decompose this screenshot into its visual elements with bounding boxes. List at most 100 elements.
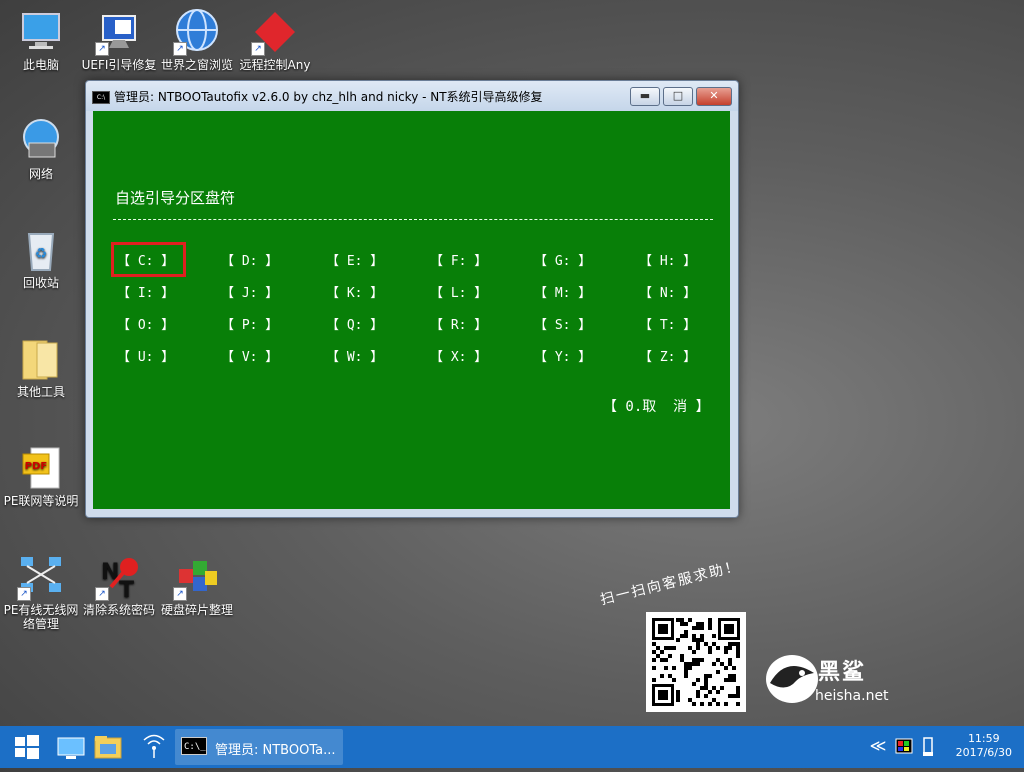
console-client-area[interactable]: 自选引导分区盘符 【 C: 】【 D: 】【 E: 】【 F: 】【 G: 】【… [93, 111, 730, 509]
qr-module [676, 698, 680, 702]
console-heading: 自选引导分区盘符 [115, 189, 236, 207]
drive-option[interactable]: 【 P: 】 [221, 314, 278, 333]
taskbar: C:\_ 管理员: NTBOOTa... ≪ 11:59 2017/6/30 [0, 726, 1024, 768]
desktop-icon-recycle-bin[interactable]: ♻ 回收站 [1, 226, 81, 290]
desktop-icon-pe-guide[interactable]: PDF PE联网等说明 [1, 444, 81, 508]
console-divider [113, 219, 713, 220]
desktop-icon-anydesk[interactable]: ↗ 远程控制AnyDesk [235, 8, 315, 72]
tray-expand-button[interactable]: ≪ [868, 726, 888, 768]
brand-name: 黑鲨 [818, 660, 867, 685]
drive-option[interactable]: 【 V: 】 [221, 346, 278, 365]
drive-option[interactable]: 【 G: 】 [534, 250, 591, 269]
browser-icon: ↗ [173, 8, 221, 56]
drive-option[interactable]: 【 K: 】 [326, 282, 383, 301]
tray-usb-icon[interactable] [918, 726, 938, 768]
shark-logo-icon [762, 645, 820, 705]
drive-option[interactable]: 【 L: 】 [430, 282, 487, 301]
desktop-icon-label: PE联网等说明 [3, 494, 79, 508]
clock-date: 2017/6/30 [955, 746, 1012, 759]
qr-finder [724, 624, 734, 634]
selected-drive-highlight [111, 242, 186, 277]
qr-module [684, 634, 688, 638]
tray-display-icon[interactable] [893, 726, 915, 768]
recycle-bin-icon: ♻ [17, 226, 65, 274]
drive-option[interactable]: 【 N: 】 [639, 282, 696, 301]
taskbar-wifi-button[interactable] [138, 726, 170, 768]
maximize-button[interactable]: □ [663, 87, 693, 106]
start-button[interactable] [0, 726, 54, 768]
drive-option[interactable]: 【 R: 】 [430, 314, 487, 333]
console-titlebar[interactable]: C:\ 管理员: NTBOOTautofix v2.6.0 by chz_hlh… [86, 81, 738, 111]
qr-module [708, 702, 712, 706]
drive-option[interactable]: 【 M: 】 [534, 282, 591, 301]
qr-code [646, 612, 746, 712]
qr-module [684, 622, 688, 626]
desktop-icon-label: 远程控制AnyDesk [239, 58, 311, 72]
drive-option[interactable]: 【 U: 】 [117, 346, 174, 365]
desktop-icon-label: 此电脑 [22, 58, 59, 72]
desktop-icon-label: 硬盘碎片整理 [160, 603, 233, 617]
qr-module [696, 662, 700, 666]
drive-option[interactable]: 【 D: 】 [221, 250, 278, 269]
drive-option[interactable]: 【 W: 】 [326, 346, 383, 365]
qr-module [720, 686, 724, 690]
qr-module [652, 658, 656, 662]
drive-option[interactable]: 【 E: 】 [326, 250, 383, 269]
desktop-icon-this-pc[interactable]: 此电脑 [1, 8, 81, 72]
drive-option[interactable]: 【 S: 】 [534, 314, 591, 333]
qr-module [732, 678, 736, 682]
drive-option[interactable]: 【 O: 】 [117, 314, 174, 333]
console-title: 管理员: NTBOOTautofix v2.6.0 by chz_hlh and… [114, 90, 543, 104]
desktop-icon-label: 清除系统密码 [82, 603, 155, 617]
drive-option[interactable]: 【 Y: 】 [534, 346, 591, 365]
drive-option[interactable]: 【 F: 】 [430, 250, 487, 269]
console-icon: C:\ [92, 91, 110, 104]
drive-option[interactable]: 【 J: 】 [221, 282, 278, 301]
qr-module [684, 674, 688, 678]
password-clear-icon: NT ↗ [95, 553, 143, 603]
drive-option[interactable]: 【 Q: 】 [326, 314, 383, 333]
drive-option[interactable]: 【 H: 】 [639, 250, 696, 269]
shortcut-arrow-icon: ↗ [95, 587, 109, 601]
file-explorer-icon [94, 736, 122, 759]
minimize-button[interactable]: ▬ [630, 87, 660, 106]
taskbar-console-item[interactable]: C:\_ 管理员: NTBOOTa... [175, 729, 343, 765]
svg-text:♻: ♻ [35, 246, 48, 262]
qr-module [708, 674, 712, 678]
taskbar-explorer-button[interactable] [90, 726, 126, 768]
qr-module [652, 678, 656, 682]
qr-module [700, 702, 704, 706]
drive-option[interactable]: 【 T: 】 [639, 314, 696, 333]
desktop-icon-uefi-repair[interactable]: ↗ UEFI引导修复 [79, 8, 159, 72]
qr-module [716, 646, 720, 650]
taskbar-desktop-button[interactable] [54, 726, 88, 768]
drive-option[interactable]: 【 X: 】 [430, 346, 487, 365]
shortcut-arrow-icon: ↗ [251, 42, 265, 56]
promo-slogan: 扫一扫向客服求助！ [598, 558, 743, 609]
qr-module [660, 674, 664, 678]
desktop-icon-defrag[interactable]: ↗ 硬盘碎片整理 [157, 553, 237, 617]
desktop-icon-browser[interactable]: ↗ 世界之窗浏览器 [157, 8, 237, 72]
taskbar-clock[interactable]: 11:59 2017/6/30 [956, 732, 1012, 760]
drive-option[interactable]: 【 Z: 】 [639, 346, 696, 365]
desktop-icon-label: PE有线无线网络管理 [3, 603, 79, 631]
drive-option[interactable]: 【 I: 】 [117, 282, 174, 301]
desktop-icon-label: 世界之窗浏览器 [160, 58, 233, 72]
desktop-icon-label: 网络 [28, 167, 53, 181]
desktop-icon-other-tools[interactable]: 其他工具 [1, 335, 81, 399]
qr-finder [658, 690, 668, 700]
qr-module [688, 618, 692, 622]
qr-module [692, 702, 696, 706]
close-button[interactable]: ✕ [696, 87, 732, 106]
desktop-icon-clear-password[interactable]: NT ↗ 清除系统密码 [79, 553, 159, 617]
qr-module [688, 666, 692, 670]
cancel-option[interactable]: 【 0.取 消 】 [603, 396, 710, 416]
desktop-icon-network-manager[interactable]: ↗ PE有线无线网络管理 [1, 553, 81, 631]
qr-module [652, 666, 656, 670]
clock-time: 11:59 [967, 732, 1000, 745]
uefi-repair-icon: ↗ [95, 8, 143, 56]
desktop-icon-label: 回收站 [22, 276, 59, 290]
desktop-icon-network[interactable]: 网络 [1, 117, 81, 181]
console-window[interactable]: C:\ 管理员: NTBOOTautofix v2.6.0 by chz_hlh… [85, 80, 739, 518]
qr-module [708, 650, 712, 654]
